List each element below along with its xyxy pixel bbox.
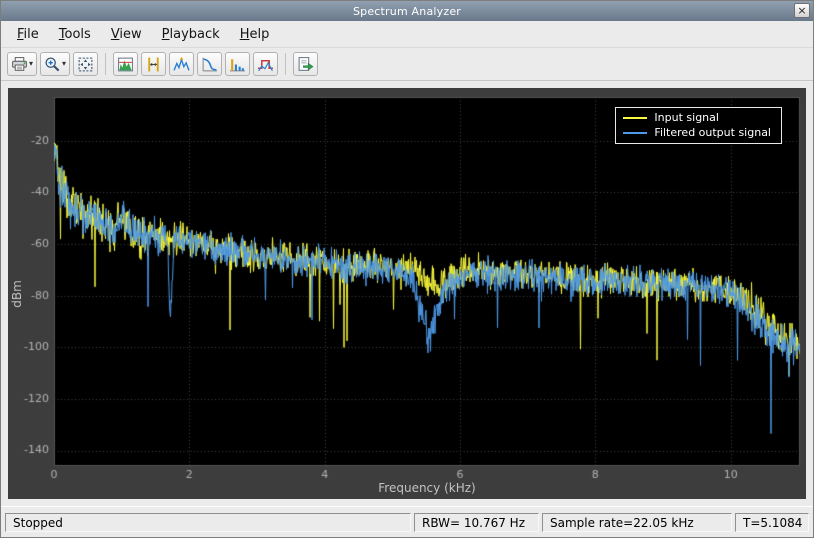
legend[interactable]: Input signal Filtered output signal (615, 107, 782, 144)
status-time: T=5.1084 (735, 512, 809, 532)
toolbar: ▾ ▾ (1, 48, 813, 81)
printer-icon (11, 56, 28, 73)
menu-view[interactable]: View (101, 24, 152, 45)
status-sample-rate: Sample rate=22.05 kHz (542, 512, 732, 532)
menu-file[interactable]: File (7, 24, 49, 45)
legend-line-sample (623, 131, 648, 134)
title-bar[interactable]: Spectrum Analyzer × (1, 1, 813, 21)
cursor-measurements-button[interactable] (141, 52, 167, 76)
figure-area: dBm Frequency (kHz) Input signal Filtered… (1, 81, 813, 506)
legend-line-sample (623, 116, 648, 119)
y-axis-label: dBm (10, 279, 24, 308)
cursor-measurements-icon (145, 56, 162, 73)
menu-playback[interactable]: Playback (152, 24, 230, 45)
x-axis-label: Frequency (kHz) (378, 481, 476, 495)
peak-finder-icon (173, 56, 190, 73)
legend-item: Filtered output signal (623, 126, 771, 139)
zoom-in-icon (44, 56, 61, 73)
distortion-icon (229, 56, 246, 73)
distortion-measurements-button[interactable] (225, 52, 251, 76)
dropdown-caret-icon[interactable]: ▾ (29, 60, 33, 68)
zoom-button[interactable]: ▾ (40, 52, 71, 76)
spectrum-plot-canvas[interactable] (8, 88, 806, 499)
scale-axes-button[interactable] (73, 52, 99, 76)
menu-bar: File Tools View Playback Help (1, 21, 813, 48)
spectrum-settings-button[interactable] (113, 52, 139, 76)
legend-label: Filtered output signal (654, 126, 771, 139)
ccdf-measurements-button[interactable] (197, 52, 223, 76)
print-button[interactable]: ▾ (7, 52, 38, 76)
plot-panel: dBm Frequency (kHz) Input signal Filtered… (8, 88, 806, 499)
dropdown-caret-icon[interactable]: ▾ (62, 60, 66, 68)
legend-label: Input signal (654, 111, 719, 124)
menu-help[interactable]: Help (230, 24, 280, 45)
status-bar: Stopped RBW= 10.767 Hz Sample rate=22.05… (1, 506, 813, 537)
spectral-mask-button[interactable] (253, 52, 279, 76)
window-title: Spectrum Analyzer (352, 4, 462, 18)
fit-to-view-icon (77, 56, 94, 73)
close-button[interactable]: × (794, 3, 810, 18)
peak-finder-button[interactable] (169, 52, 195, 76)
status-state: Stopped (5, 512, 411, 532)
step-forward-icon (297, 56, 314, 73)
legend-item: Input signal (623, 111, 771, 124)
status-rbw: RBW= 10.767 Hz (414, 512, 539, 532)
spectrum-settings-icon (117, 56, 134, 73)
spectral-mask-icon (257, 56, 274, 73)
menu-tools[interactable]: Tools (49, 24, 101, 45)
step-forward-button[interactable] (293, 52, 319, 76)
toolbar-separator (285, 53, 287, 75)
toolbar-separator (105, 53, 107, 75)
ccdf-icon (201, 56, 218, 73)
spectrum-analyzer-window: Spectrum Analyzer × File Tools View Playbac… (0, 0, 814, 538)
